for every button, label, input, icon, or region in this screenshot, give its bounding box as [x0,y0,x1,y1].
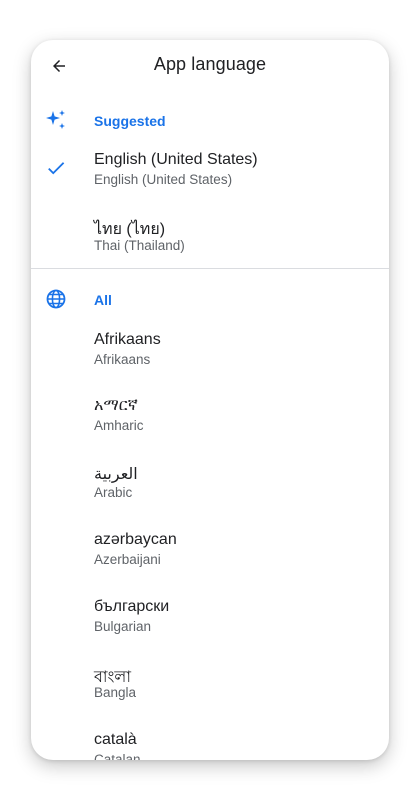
language-subtitle: English (United States) [94,172,233,187]
language-name: العربية [94,466,138,483]
language-name: azərbaycan [94,531,177,548]
language-name: български [94,598,170,615]
language-name: Afrikaans [94,331,161,348]
globe-icon [46,289,66,309]
language-item-afrikaans[interactable]: Afrikaans Afrikaans [31,331,389,387]
language-subtitle: Arabic [94,485,133,500]
section-divider [31,268,389,269]
section-label-all: All [94,292,112,308]
language-item-arabic[interactable]: العربية Arabic [31,464,389,520]
section-header-suggested: Suggested [31,105,389,135]
language-item-bulgarian[interactable]: български Bulgarian [31,598,389,654]
language-subtitle: Afrikaans [94,352,151,367]
language-name: አማርኛ [94,397,138,414]
language-item-azerbaijani[interactable]: azərbaycan Azerbaijani [31,531,389,587]
language-subtitle: Bulgarian [94,619,152,634]
language-subtitle: Thai (Thailand) [94,238,185,253]
section-label-suggested: Suggested [94,113,166,129]
check-icon [48,162,65,175]
language-item-catalan[interactable]: català Catalan [31,731,389,760]
sparkle-icon [46,110,65,129]
section-header-all: All [31,284,389,314]
app-bar: App language [31,40,389,90]
language-subtitle: Azerbaijani [94,552,161,567]
page-title: App language [153,54,267,74]
language-subtitle: Amharic [94,418,144,433]
language-item-bangla[interactable]: বাংলা Bangla [31,664,389,720]
language-name: català [94,731,137,748]
language-item-amharic[interactable]: አማርኛ Amharic [31,397,389,453]
language-item-english-us[interactable]: English (United States) English (United … [31,151,389,207]
app-language-screen: App language Suggested English (United S… [31,40,389,760]
language-item-thai[interactable]: ไทย (ไทย) Thai (Thailand) [31,217,389,273]
language-subtitle: Bangla [94,685,137,700]
language-name: English (United States) [94,151,258,168]
language-subtitle: Catalan [94,752,141,760]
